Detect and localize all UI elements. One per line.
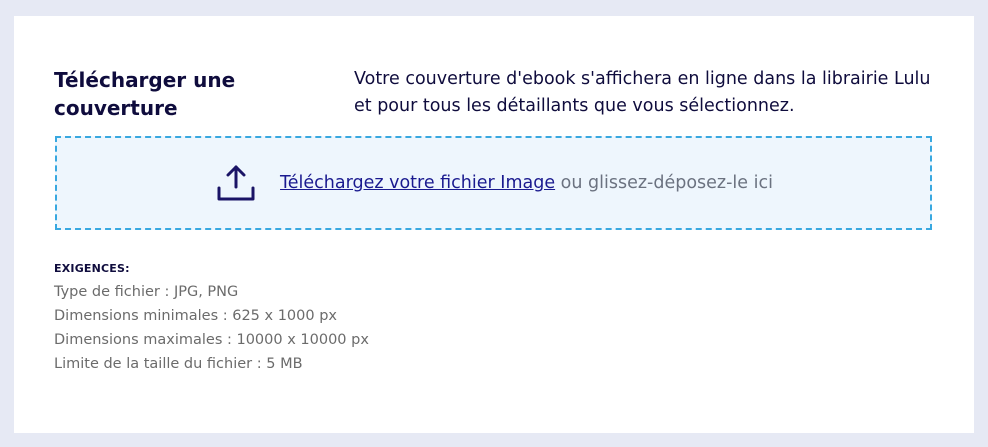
section-description: Votre couverture d'ebook s'affichera en … <box>354 69 931 116</box>
requirements-list: Type de fichier : JPG, PNG Dimensions mi… <box>54 280 369 376</box>
section-title: Télécharger une couverture <box>54 68 236 120</box>
requirements-heading: EXIGENCES: <box>54 262 130 275</box>
dropzone-suffix: ou glissez-déposez-le ici <box>555 173 773 193</box>
file-dropzone[interactable]: Téléchargez votre fichier Image ou gliss… <box>55 136 932 230</box>
requirement-file-type: Type de fichier : JPG, PNG <box>54 284 239 300</box>
cover-upload-card: Télécharger une couverture Votre couvert… <box>14 16 974 433</box>
dropzone-text: Téléchargez votre fichier Image ou gliss… <box>280 173 773 193</box>
requirement-file-size: Limite de la taille du fichier : 5 MB <box>54 356 303 372</box>
requirement-min-dimensions: Dimensions minimales : 625 x 1000 px <box>54 308 337 324</box>
upload-file-link[interactable]: Téléchargez votre fichier Image <box>280 173 555 193</box>
requirement-max-dimensions: Dimensions maximales : 10000 x 10000 px <box>54 332 369 348</box>
upload-icon[interactable] <box>214 161 258 205</box>
